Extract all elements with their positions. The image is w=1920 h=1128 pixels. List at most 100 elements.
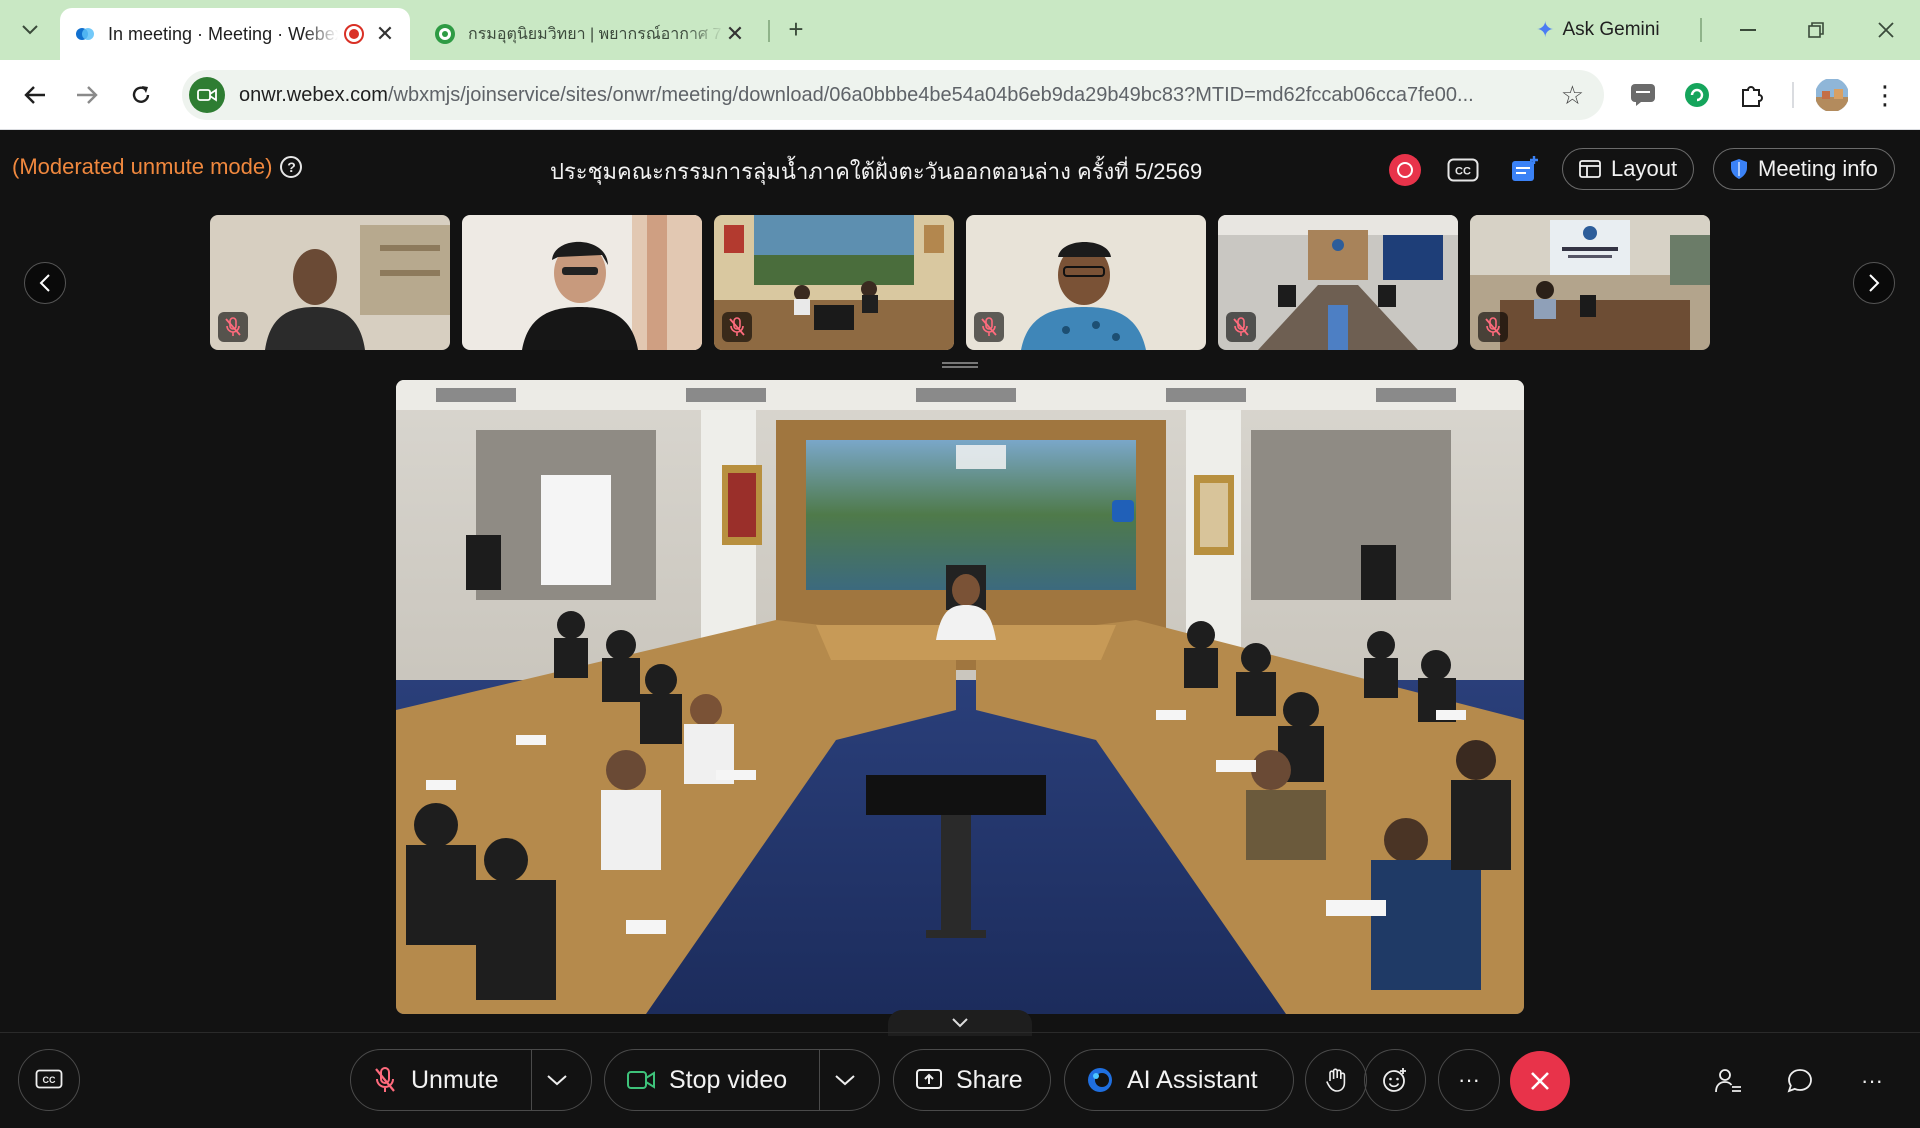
stop-video-label: Stop video: [669, 1065, 788, 1094]
captions-cc-glyph: CC: [43, 1075, 56, 1085]
muted-microphone-icon: [218, 312, 248, 342]
meeting-info-label: Meeting info: [1758, 156, 1878, 181]
leave-meeting-button[interactable]: [1510, 1051, 1570, 1111]
share-button[interactable]: Share: [893, 1049, 1051, 1111]
reload-icon[interactable]: [122, 76, 160, 114]
meeting-header: (Moderated unmute mode) ? ประชุมคณะกรรมก…: [0, 130, 1920, 210]
ai-assistant-inner: AI Assistant: [1065, 1050, 1280, 1110]
minimize-window-icon[interactable]: [1728, 12, 1768, 48]
participant-tile[interactable]: [462, 215, 702, 350]
help-icon[interactable]: ?: [280, 156, 303, 178]
meeting-control-bar: CC Unmute Stop video Share AI Assistant …: [0, 1032, 1920, 1128]
tab-title: กรมอุตุนิยมวิทยา | พยากรณ์อากาศ 7 วัน: [468, 25, 724, 43]
share-label: Share: [956, 1065, 1023, 1094]
cc-glyph: CC: [1455, 166, 1471, 178]
video-camera-site-icon[interactable]: [189, 77, 225, 113]
ai-assistant-label: AI Assistant: [1127, 1065, 1258, 1094]
restore-window-icon[interactable]: [1796, 12, 1836, 48]
layout-grid-icon: [1579, 160, 1601, 178]
participants-panel-icon[interactable]: [1708, 1061, 1748, 1101]
add-to-calendar-icon[interactable]: [1508, 154, 1542, 186]
tab-title: In meeting · Meeting · Webex: [108, 23, 338, 44]
unmute-button[interactable]: Unmute: [351, 1050, 531, 1110]
video-control-group: Stop video: [604, 1049, 880, 1111]
more-panels-button[interactable]: ···: [1852, 1061, 1892, 1101]
address-bar[interactable]: onwr.webex.com/wbxmjs/joinservice/sites/…: [182, 70, 1604, 120]
extensions-puzzle-icon[interactable]: [1735, 78, 1769, 112]
toolbar-divider: [1792, 82, 1794, 108]
share-screen-icon: [916, 1069, 942, 1091]
bookmark-star-icon[interactable]: ☆: [1561, 80, 1584, 111]
ai-assistant-button[interactable]: AI Assistant: [1064, 1049, 1294, 1111]
layout-label: Layout: [1611, 156, 1678, 181]
moderated-unmute-mode: (Moderated unmute mode) ?: [12, 154, 303, 180]
url-host: onwr.webex.com: [239, 83, 388, 106]
participant-tile[interactable]: [1470, 215, 1710, 350]
share-button-inner: Share: [894, 1050, 1045, 1110]
unmute-mode-label: (Moderated unmute mode): [12, 154, 273, 179]
participant-tile[interactable]: [966, 215, 1206, 350]
participant-tile[interactable]: [210, 215, 450, 350]
audio-control-group: Unmute: [350, 1049, 592, 1111]
video-options-chevron-icon[interactable]: [819, 1050, 870, 1110]
meeting-title: ประชุมคณะกรรมการลุ่มน้ำภาคใต้ฝั่งตะวันออ…: [550, 159, 1203, 184]
recording-indicator-icon[interactable]: [1389, 154, 1421, 186]
reactions-button[interactable]: [1364, 1049, 1426, 1111]
raise-hand-button[interactable]: [1305, 1049, 1367, 1111]
unmute-label: Unmute: [411, 1065, 499, 1094]
gemini-sparkle-icon: ✦: [1536, 17, 1555, 42]
more-options-button[interactable]: ···: [1438, 1049, 1500, 1111]
captions-toggle-button[interactable]: CC: [18, 1049, 80, 1111]
raise-hand-icon: [1326, 1068, 1346, 1092]
video-camera-icon: [627, 1070, 655, 1090]
muted-microphone-icon: [974, 312, 1004, 342]
strip-next-chevron-icon[interactable]: [1853, 262, 1895, 304]
active-speaker-video[interactable]: [396, 380, 1524, 1014]
muted-microphone-icon: [722, 312, 752, 342]
close-icon: [1531, 1072, 1549, 1090]
close-window-icon[interactable]: [1866, 12, 1906, 48]
tab-weather-forecast[interactable]: กรมอุตุนิยมวิทยา | พยากรณ์อากาศ 7 วัน ✕: [420, 8, 760, 60]
tab-search-chevron-icon[interactable]: [14, 14, 46, 46]
muted-microphone-icon: [1226, 312, 1256, 342]
tmd-favicon-icon: [435, 24, 455, 44]
conference-room-video: [396, 380, 1524, 1014]
webex-favicon-icon: [76, 28, 94, 40]
webex-meeting-app: (Moderated unmute mode) ? ประชุมคณะกรรมก…: [0, 130, 1920, 1128]
browser-tabstrip: In meeting · Meeting · Webex ✕ กรมอุตุนิ…: [0, 0, 1920, 60]
url-path: /wbxmjs/joinservice/sites/onwr/meeting/d…: [387, 83, 1474, 106]
participant-tile[interactable]: [714, 215, 954, 350]
gemini-label: Ask Gemini: [1562, 19, 1660, 40]
meeting-info-button[interactable]: Meeting info: [1713, 148, 1895, 190]
window-controls-divider: [1700, 18, 1702, 42]
resize-drag-handle[interactable]: [942, 362, 978, 368]
closed-captions-icon[interactable]: CC: [1446, 154, 1480, 186]
audio-options-chevron-icon[interactable]: [531, 1050, 582, 1110]
shield-icon: [1730, 158, 1748, 180]
chat-extension-icon[interactable]: [1626, 78, 1660, 112]
profile-avatar[interactable]: [1815, 78, 1849, 112]
forward-arrow-icon[interactable]: [68, 76, 106, 114]
participant-video: [462, 215, 702, 350]
close-tab-icon[interactable]: ✕: [374, 21, 396, 47]
smiley-add-icon: [1383, 1068, 1406, 1092]
muted-microphone-icon: [1478, 312, 1508, 342]
grammar-extension-icon[interactable]: [1680, 78, 1714, 112]
ai-assistant-icon: [1087, 1067, 1113, 1093]
strip-previous-chevron-icon[interactable]: [24, 262, 66, 304]
new-tab-button[interactable]: +: [780, 14, 812, 46]
muted-microphone-icon: [373, 1066, 397, 1094]
browser-menu-icon[interactable]: ⋮: [1868, 78, 1902, 112]
tab-webex-meeting[interactable]: In meeting · Meeting · Webex ✕: [60, 8, 410, 60]
tab-divider: [768, 20, 770, 42]
stop-video-button[interactable]: Stop video: [605, 1050, 819, 1110]
recording-tab-icon: [344, 24, 364, 44]
participant-tile[interactable]: [1218, 215, 1458, 350]
chat-panel-icon[interactable]: [1780, 1061, 1820, 1101]
layout-button[interactable]: Layout: [1562, 148, 1695, 190]
ask-gemini-button[interactable]: ✦ Ask Gemini: [1536, 14, 1660, 46]
back-arrow-icon[interactable]: [16, 76, 54, 114]
browser-toolbar: onwr.webex.com/wbxmjs/joinservice/sites/…: [0, 60, 1920, 130]
url-text: onwr.webex.com/wbxmjs/joinservice/sites/…: [239, 84, 1539, 107]
close-tab-icon[interactable]: ✕: [724, 21, 746, 47]
